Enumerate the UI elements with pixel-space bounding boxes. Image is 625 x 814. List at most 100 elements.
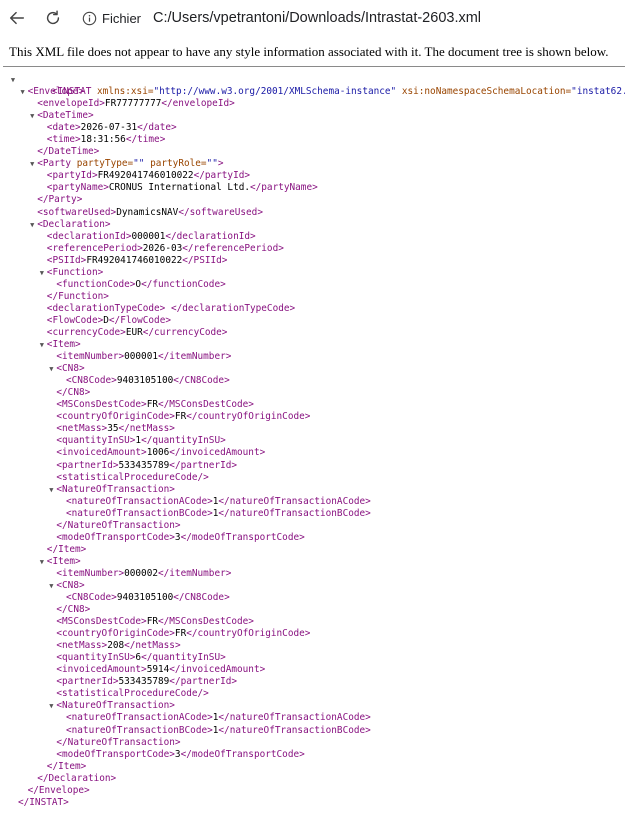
xml-line: ▼ <NatureOfTransaction> <box>0 484 625 496</box>
back-button[interactable] <box>4 5 30 31</box>
party-tag-open-end: > <box>217 158 224 170</box>
xml-line: <CN8Code>9403105100</CN8Code> <box>0 375 625 387</box>
xml-root-line: ▼ <INSTAT xmlns:xsi="http://www.w3.org/2… <box>0 74 625 97</box>
xml-tag-open: <quantityInSU> <box>56 652 136 664</box>
xml-tag-open: <partnerId> <box>56 676 119 688</box>
xml-tag-close: </quantityInSU> <box>141 435 226 447</box>
triangle-down-icon[interactable]: ▼ <box>38 339 46 351</box>
xml-line: ▼ <CN8> <box>0 363 625 375</box>
info-circle-icon[interactable] <box>82 11 97 26</box>
xml-tag-open: </NatureOfTransaction> <box>56 736 181 748</box>
xml-tag-open: </NatureOfTransaction> <box>56 519 181 531</box>
xml-text-value: 2026-07-31 <box>80 122 138 134</box>
xml-line: </INSTAT> <box>0 797 625 809</box>
xml-text-value: 000002 <box>124 567 158 579</box>
xml-tag-open: <itemNumber> <box>56 567 125 579</box>
xml-tag-close: </functionCode> <box>141 278 226 290</box>
xml-line: </Party> <box>0 194 625 206</box>
triangle-down-icon[interactable]: ▼ <box>9 74 17 86</box>
address-bar[interactable]: Fichier C:/Users/vpetrantoni/Downloads/I… <box>74 4 625 32</box>
reload-icon <box>46 10 60 25</box>
xml-line: </NatureOfTransaction> <box>0 520 625 532</box>
xml-tag-close: </partnerId> <box>169 676 238 688</box>
xml-tag-close: </envelopeId> <box>161 98 235 110</box>
xml-tag-open: <netMass> <box>56 423 108 435</box>
xml-line: </CN8> <box>0 604 625 616</box>
xml-text-value: FR77777777 <box>104 98 162 110</box>
xml-text-value: 9403105100 <box>116 592 174 604</box>
xml-line: </Envelope> <box>0 785 625 797</box>
xml-tag-open: <Function> <box>46 266 104 278</box>
url-text[interactable]: C:/Users/vpetrantoni/Downloads/Intrastat… <box>153 10 481 26</box>
xml-tag-close: </softwareUsed> <box>178 206 263 218</box>
xml-line: <MSConsDestCode>FR</MSConsDestCode> <box>0 399 625 411</box>
xml-text-value: 000001 <box>131 230 166 242</box>
xml-line: <referencePeriod>2026-03</referencePerio… <box>0 243 625 255</box>
xml-tag-close: </referencePeriod> <box>182 242 284 254</box>
xml-tag-open: <PSIId> <box>46 254 87 266</box>
triangle-down-icon[interactable]: ▼ <box>47 484 55 496</box>
xml-tag-open: <statisticalProcedureCode/> <box>56 471 209 483</box>
xml-line: <modeOfTransportCode>3</modeOfTransportC… <box>0 749 625 761</box>
xml-line: <statisticalProcedureCode/> <box>0 688 625 700</box>
xml-tag-close: </currencyCode> <box>142 326 228 338</box>
xml-tag-open: </Function> <box>46 290 109 302</box>
xml-line: <MSConsDestCode>FR</MSConsDestCode> <box>0 616 625 628</box>
xml-tag-open: <NatureOfTransaction> <box>56 700 175 712</box>
triangle-down-icon[interactable]: ▼ <box>47 580 55 592</box>
xml-tag-open: </Item> <box>46 543 87 555</box>
xml-line: ▼ <Envelope> <box>0 86 625 98</box>
xml-text-value: 000001 <box>124 351 158 363</box>
xml-text-value: FR <box>174 628 187 640</box>
xml-line: <partyId>FR492041746010022</partyId> <box>0 170 625 182</box>
xml-line: </CN8> <box>0 387 625 399</box>
xml-tag-open: </DateTime> <box>37 146 100 158</box>
xml-line: <CN8Code>9403105100</CN8Code> <box>0 592 625 604</box>
xml-line: <date>2026-07-31</date> <box>0 122 625 134</box>
xml-tag-open: <Declaration> <box>37 218 111 230</box>
xml-text-value: FR <box>146 399 158 411</box>
triangle-down-icon[interactable]: ▼ <box>19 86 27 98</box>
xml-tag-open: <invoicedAmount> <box>56 664 147 676</box>
xml-tag-close: </CN8Code> <box>173 375 230 387</box>
party-tag-open: <Party <box>37 158 72 170</box>
xml-tag-close: </partnerId> <box>169 459 238 471</box>
xml-text-value: 1006 <box>146 447 170 459</box>
xml-tag-open: <invoicedAmount> <box>56 447 147 459</box>
xml-tag-open: <MSConsDestCode> <box>56 399 147 411</box>
triangle-down-icon[interactable]: ▼ <box>47 700 55 712</box>
xml-line: <declarationTypeCode> </declarationTypeC… <box>0 303 625 315</box>
xml-tag-open: <itemNumber> <box>56 351 125 363</box>
xml-line: <partnerId>533435789</partnerId> <box>0 676 625 688</box>
triangle-down-icon[interactable]: ▼ <box>28 110 36 122</box>
triangle-down-icon[interactable]: ▼ <box>38 556 46 568</box>
xml-line: ▼ <Declaration> <box>0 219 625 231</box>
xml-line: <natureOfTransactionACode>1</natureOfTra… <box>0 496 625 508</box>
triangle-down-icon[interactable]: ▼ <box>28 158 36 170</box>
xml-line: <time>18:31:56</time> <box>0 134 625 146</box>
xml-tag-open: <partyName> <box>46 182 109 194</box>
xml-line: <functionCode>O</functionCode> <box>0 279 625 291</box>
xml-text-value: 18:31:56 <box>80 134 126 146</box>
xml-tag-open: <natureOfTransactionBCode> <box>66 724 213 736</box>
xml-tag-close: </partyId> <box>193 170 251 182</box>
xml-tag-open: <CN8Code> <box>66 375 117 387</box>
xml-tag-open: <MSConsDestCode> <box>56 616 147 628</box>
xml-line: ▼ <NatureOfTransaction> <box>0 700 625 712</box>
xml-line: </NatureOfTransaction> <box>0 737 625 749</box>
xml-line: <natureOfTransactionBCode>1</natureOfTra… <box>0 725 625 737</box>
xml-line: <PSIId>FR492041746010022</PSIId> <box>0 255 625 267</box>
reload-button[interactable] <box>40 5 66 31</box>
xml-tag-close: </natureOfTransactionACode> <box>218 712 371 724</box>
triangle-down-icon[interactable]: ▼ <box>28 219 36 231</box>
xml-tag-open: </Declaration> <box>37 772 117 784</box>
xml-tag-close: </quantityInSU> <box>141 652 226 664</box>
xml-tag-close: </invoicedAmount> <box>169 447 266 459</box>
xml-text-value: 208 <box>107 640 125 652</box>
xml-tag-close: </netMass> <box>124 640 181 652</box>
xml-tag-close: </netMass> <box>118 423 175 435</box>
xml-line: <itemNumber>000001</itemNumber> <box>0 351 625 363</box>
triangle-down-icon[interactable]: ▼ <box>47 363 55 375</box>
triangle-down-icon[interactable]: ▼ <box>38 267 46 279</box>
xml-text-value: DynamicsNAV <box>116 206 179 218</box>
